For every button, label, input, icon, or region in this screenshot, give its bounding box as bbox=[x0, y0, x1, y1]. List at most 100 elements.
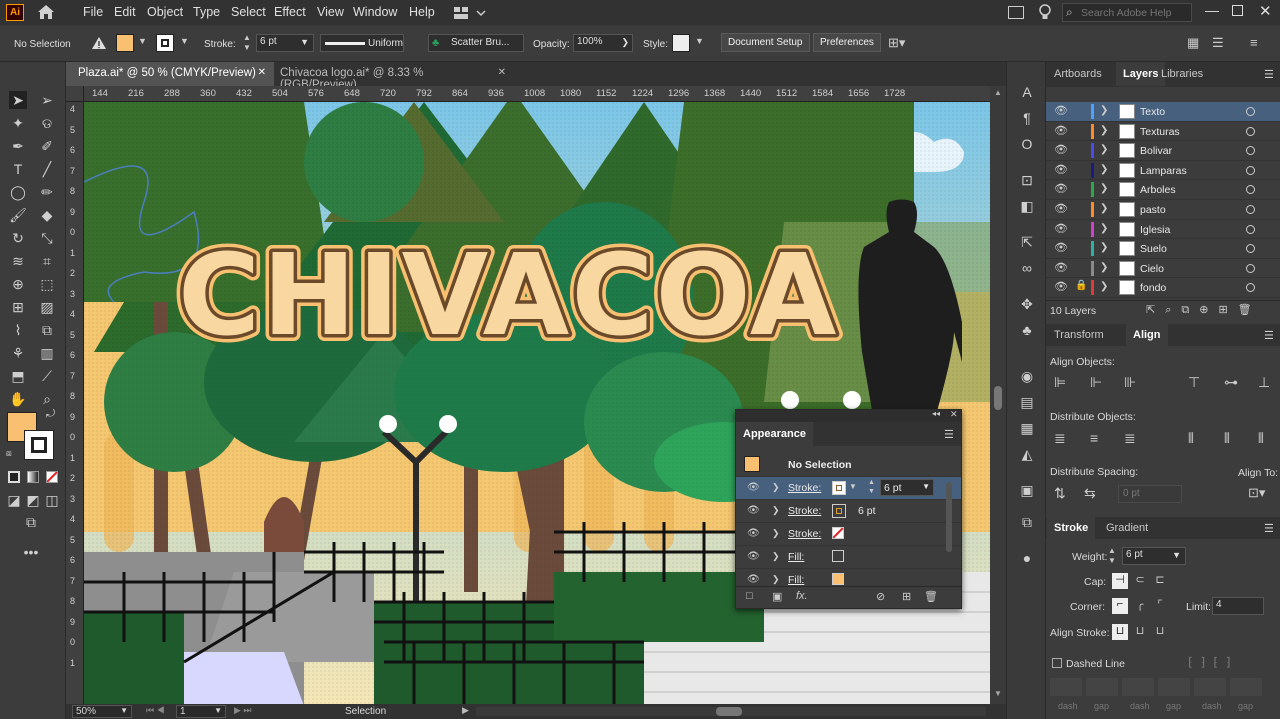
column-graph-icon[interactable]: ▥ bbox=[38, 344, 56, 362]
menu-object[interactable]: Object bbox=[147, 5, 183, 19]
free-transform-icon[interactable]: ⌗ bbox=[38, 252, 56, 270]
stroke-color-swatch[interactable] bbox=[156, 34, 174, 52]
status-menu-icon[interactable]: ▶ bbox=[462, 705, 469, 716]
line-tool-icon[interactable]: ╱ bbox=[38, 160, 56, 178]
layer-row-cielo[interactable]: 👁 ❯ Cielo bbox=[1046, 259, 1280, 279]
tab-plaza[interactable]: Plaza.ai* @ 50 % (CMYK/Preview) ✕ bbox=[66, 62, 274, 86]
paragraph-panel-icon[interactable]: ¶ bbox=[1018, 110, 1036, 128]
close-icon[interactable]: ✕ bbox=[950, 409, 958, 420]
stroke-swatch[interactable] bbox=[24, 430, 54, 460]
appearance-attribute-label[interactable]: Stroke: bbox=[788, 482, 821, 494]
visibility-eye-icon[interactable]: 👁 bbox=[1054, 280, 1068, 293]
paintbrush-icon[interactable]: 🖌 bbox=[9, 206, 27, 224]
round-cap-icon[interactable]: ⊂ bbox=[1132, 573, 1148, 589]
round-join-icon[interactable]: ╭ bbox=[1132, 598, 1148, 614]
weight-input[interactable]: 6 pt ▼ bbox=[1122, 547, 1186, 565]
chevron-right-icon[interactable]: ❯ bbox=[1100, 183, 1108, 194]
appearance-attribute-label[interactable]: Fill: bbox=[788, 574, 804, 585]
appearance-attribute-label[interactable]: Fill: bbox=[788, 551, 804, 563]
artboard-nav-icons[interactable]: ⏮ ◀ bbox=[146, 705, 165, 716]
chevron-right-icon[interactable]: ❯ bbox=[772, 574, 780, 585]
distribute-vcenter-icon[interactable]: ≡ bbox=[1090, 430, 1098, 446]
artboard-canvas[interactable]: CHIVACOA CHIVACOA CHIVACOA CHIVACOA bbox=[84, 102, 990, 706]
gap-input-3[interactable] bbox=[1230, 678, 1262, 696]
visibility-eye-icon[interactable]: 👁 bbox=[1054, 143, 1068, 156]
direct-selection-tool-icon[interactable]: ➢ bbox=[38, 91, 56, 109]
ellipse-tool-icon[interactable]: ◯ bbox=[9, 183, 27, 201]
stroke-weight-input[interactable]: 6 pt ▼ bbox=[880, 479, 934, 496]
close-icon[interactable]: ✕ bbox=[498, 67, 506, 78]
color-panel-icon[interactable]: ● bbox=[1018, 550, 1036, 568]
artboard-tool-icon[interactable]: ⬒ bbox=[9, 367, 27, 385]
trash-icon[interactable]: 🗑 bbox=[924, 590, 938, 603]
variable-width-profile[interactable]: Uniform bbox=[320, 34, 404, 52]
slice-tool-icon[interactable]: ⟋ bbox=[38, 367, 56, 385]
tab-gradient[interactable]: Gradient bbox=[1099, 517, 1155, 541]
character-panel-icon[interactable]: A bbox=[1018, 84, 1036, 102]
add-fill-icon[interactable]: ▣ bbox=[772, 590, 782, 603]
mesh-icon[interactable]: ⊞ bbox=[9, 298, 27, 316]
vertical-scrollbar[interactable]: ▲ ▼ bbox=[990, 86, 1006, 706]
panel-options-icon[interactable]: ▦ bbox=[1187, 35, 1199, 51]
menu-file[interactable]: File bbox=[83, 5, 103, 19]
scale-icon[interactable]: ⤡ bbox=[38, 229, 56, 247]
tab-appearance[interactable]: Appearance bbox=[736, 422, 813, 446]
menu-edit[interactable]: Edit bbox=[114, 5, 136, 19]
search-box[interactable]: ⌕ bbox=[1062, 3, 1192, 22]
visibility-eye-icon[interactable]: 👁 bbox=[1054, 202, 1068, 215]
lock-icon[interactable]: 🔒 bbox=[1075, 280, 1087, 291]
panel-menu-icon[interactable]: ☰ bbox=[1264, 68, 1274, 81]
visibility-eye-icon[interactable]: 👁 bbox=[747, 505, 760, 516]
align-to-icon[interactable]: ⊞▾ bbox=[888, 35, 905, 51]
dash-alignment-icons[interactable]: ⁅⁆⁅⁆ bbox=[1188, 655, 1239, 669]
layer-row-iglesia[interactable]: 👁 ❯ Iglesia bbox=[1046, 220, 1280, 240]
scroll-thumb[interactable] bbox=[946, 482, 952, 552]
add-stroke-icon[interactable]: □ bbox=[746, 590, 753, 602]
zoom-select[interactable]: 50% ▼ bbox=[72, 705, 132, 718]
target-circle-icon[interactable] bbox=[1246, 146, 1255, 156]
chevron-down-icon[interactable]: ▼ bbox=[849, 482, 857, 491]
gradient-mode-icon[interactable] bbox=[27, 471, 39, 483]
align-stroke-inside-icon[interactable]: ⊔ bbox=[1132, 624, 1148, 640]
scroll-down-icon[interactable]: ▼ bbox=[994, 689, 1002, 698]
chevron-right-icon[interactable]: ❯ bbox=[1100, 105, 1108, 116]
minimize-button[interactable]: — bbox=[1205, 2, 1219, 18]
workspace-switcher-icon[interactable] bbox=[453, 6, 487, 20]
chevron-right-icon[interactable]: ❯ bbox=[772, 528, 780, 539]
menu-window[interactable]: Window bbox=[353, 5, 397, 19]
chevron-right-icon[interactable]: ❯ bbox=[1100, 203, 1108, 214]
default-colors-icon[interactable]: ⧈ bbox=[6, 448, 12, 459]
spacing-vertical-icon[interactable]: ⇅ bbox=[1054, 485, 1066, 502]
blend-icon[interactable]: ⧉ bbox=[38, 321, 56, 339]
color-guide-icon[interactable]: ◭ bbox=[1018, 446, 1036, 464]
draw-behind-icon[interactable]: ◩ bbox=[24, 491, 42, 509]
distribute-top-icon[interactable]: ≣ bbox=[1054, 430, 1066, 447]
zoom-tool-icon[interactable]: ⌕ bbox=[38, 390, 56, 408]
layer-row-bolivar[interactable]: 👁 ❯ Bolivar bbox=[1046, 141, 1280, 161]
align-stroke-center-icon[interactable]: ⊔ bbox=[1112, 624, 1128, 640]
gradient-icon[interactable]: ▨ bbox=[38, 298, 56, 316]
draw-inside-icon[interactable]: ◫ bbox=[43, 491, 61, 509]
lightbulb-icon[interactable] bbox=[1038, 4, 1052, 21]
selection-tool-icon[interactable]: ➤ bbox=[9, 91, 27, 109]
appearance-row[interactable]: 👁 ❯ Fill: bbox=[736, 546, 961, 569]
gap-input-2[interactable] bbox=[1158, 678, 1190, 696]
align-top-icon[interactable]: ⊤ bbox=[1188, 374, 1200, 391]
distribute-left-icon[interactable]: ⫴ bbox=[1188, 430, 1194, 447]
butt-cap-icon[interactable]: ⊣ bbox=[1112, 573, 1128, 589]
add-effect-icon[interactable]: fx. bbox=[796, 590, 808, 602]
align-hcenter-icon[interactable]: ⊩ bbox=[1090, 374, 1102, 391]
arrange-documents-icon[interactable] bbox=[1008, 6, 1024, 19]
visibility-eye-icon[interactable]: 👁 bbox=[747, 551, 760, 562]
glyphs-panel-icon[interactable]: ⊡ bbox=[1018, 172, 1036, 190]
transparency-panel-icon[interactable]: ▣ bbox=[1018, 482, 1036, 500]
limit-input[interactable]: 4 bbox=[1212, 597, 1264, 615]
panel-menu-icon[interactable]: ☰ bbox=[944, 428, 954, 441]
stroke-weight-input[interactable]: 6 pt ▼ bbox=[256, 34, 314, 52]
menu-type[interactable]: Type bbox=[193, 5, 220, 19]
chevron-down-icon[interactable]: ▼ bbox=[138, 36, 147, 46]
layer-row-arboles[interactable]: 👁 ❯ Arboles bbox=[1046, 180, 1280, 200]
warp-icon[interactable]: ≋ bbox=[9, 252, 27, 270]
appearance-panel-icon[interactable]: ◉ bbox=[1018, 368, 1036, 386]
stepper-icon[interactable]: ▲ ▼ bbox=[868, 478, 875, 496]
